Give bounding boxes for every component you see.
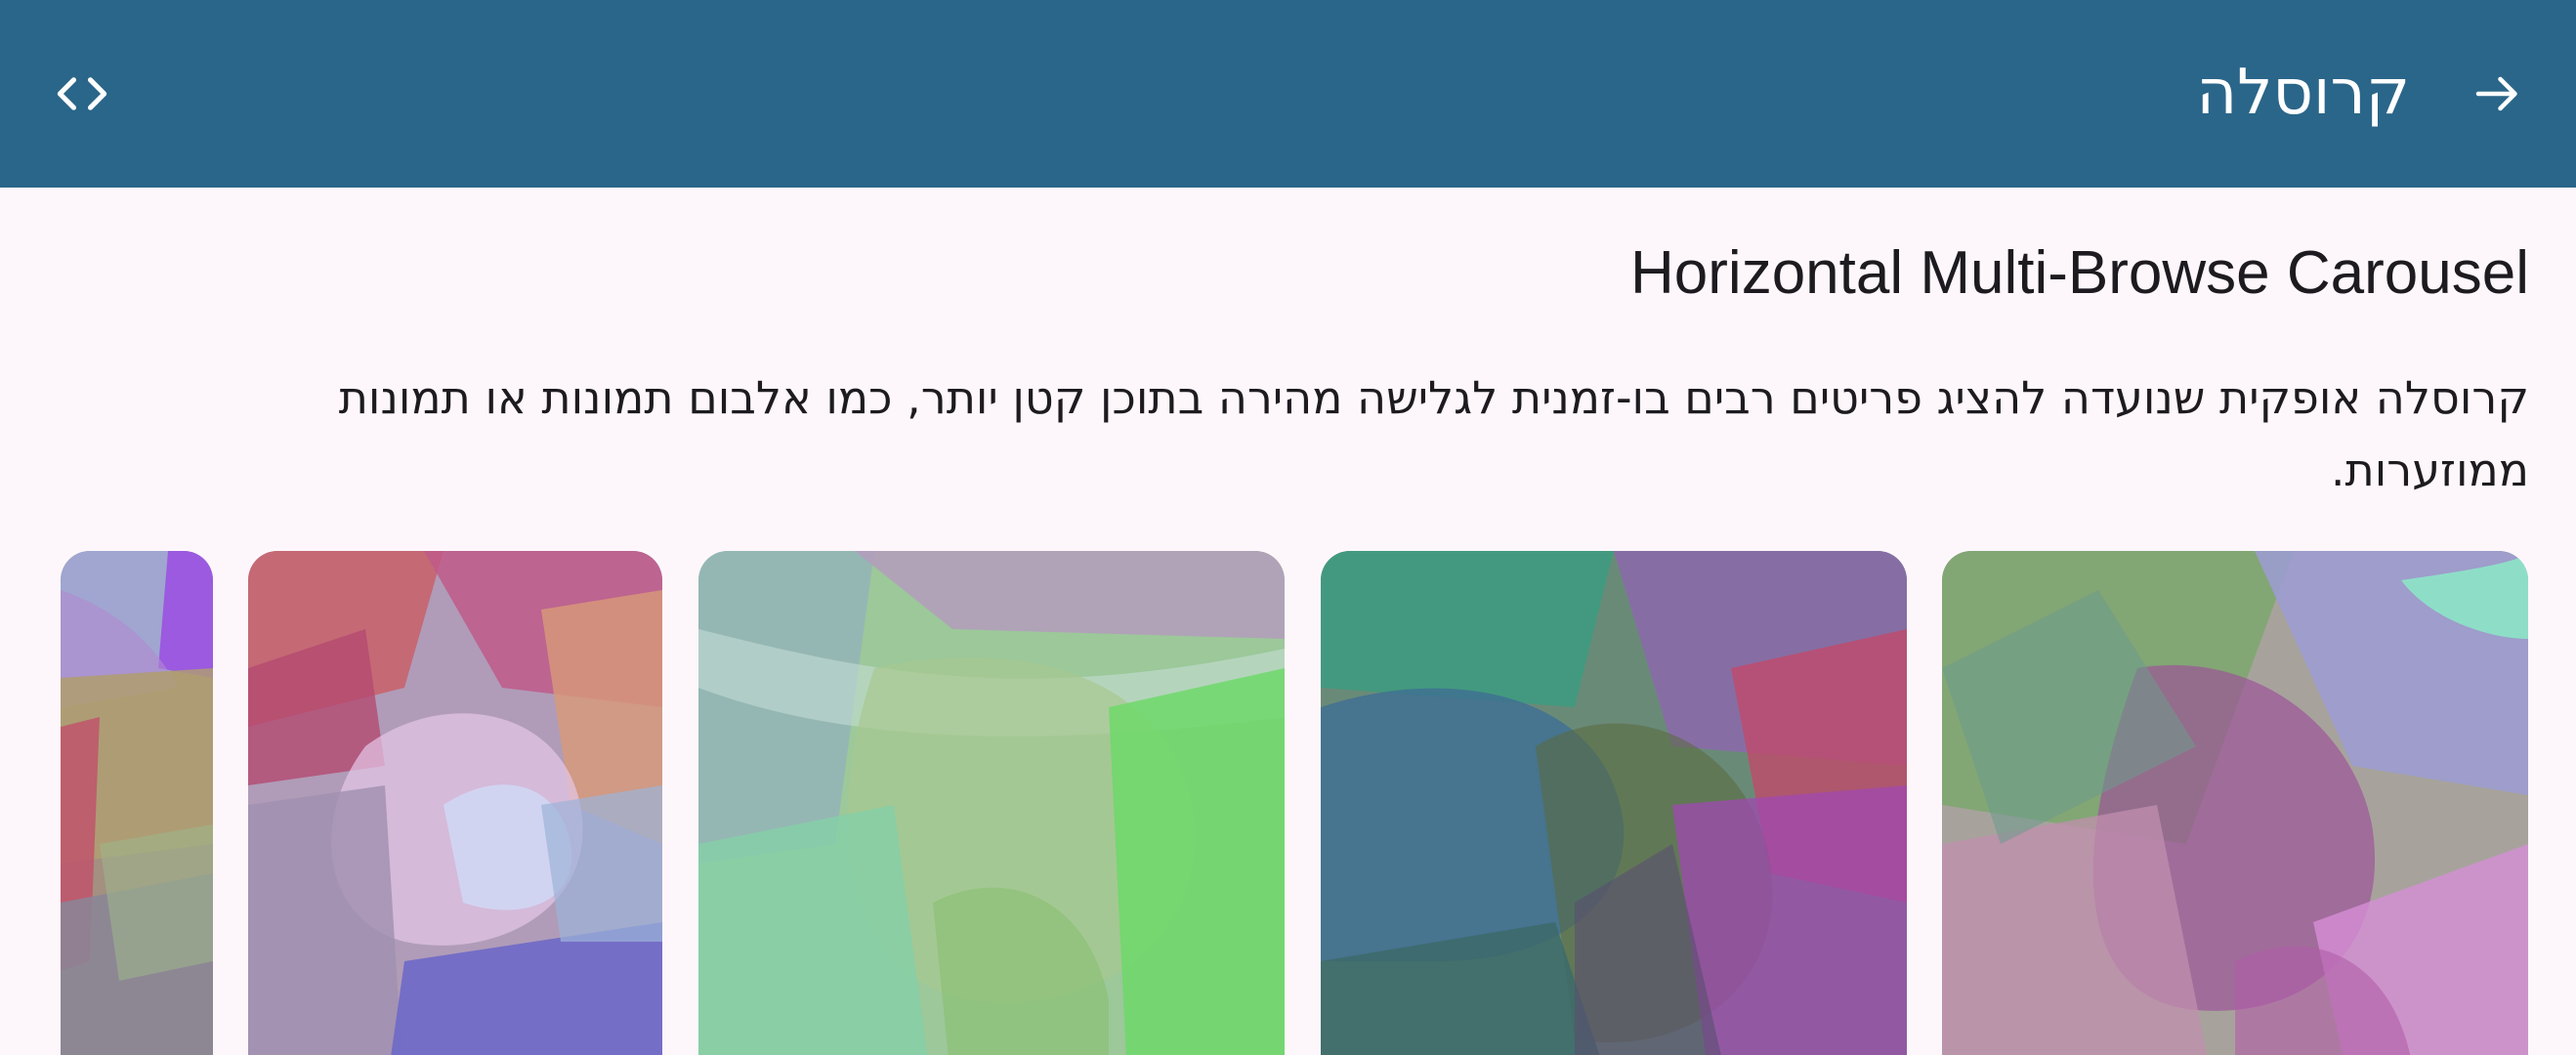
code-icon <box>57 77 107 110</box>
page-heading: Horizontal Multi-Browse Carousel <box>1630 239 2529 307</box>
carousel-item-4[interactable] <box>248 551 662 1055</box>
carousel-item-1[interactable] <box>1942 551 2528 1055</box>
carousel-item-3[interactable] <box>698 551 1285 1055</box>
carousel-item-5[interactable] <box>61 551 213 1055</box>
carousel-item-image <box>1321 551 1907 1055</box>
carousel-item-image <box>61 551 213 1055</box>
app-bar-title: קרוסלה <box>2196 57 2410 129</box>
carousel-item-image <box>698 551 1285 1055</box>
back-button[interactable] <box>2459 55 2537 133</box>
carousel-item-2[interactable] <box>1321 551 1907 1055</box>
view-code-button[interactable] <box>43 55 121 133</box>
carousel-item-image <box>1942 551 2528 1055</box>
arrow-right-icon <box>2475 76 2517 111</box>
description-text: קרוסלה אופקית שנועדה להציג פריטים רבים ב… <box>338 371 2529 496</box>
carousel-item-image <box>248 551 662 1055</box>
top-app-bar: קרוסלה <box>0 0 2576 188</box>
horizontal-carousel[interactable] <box>0 551 2576 1055</box>
